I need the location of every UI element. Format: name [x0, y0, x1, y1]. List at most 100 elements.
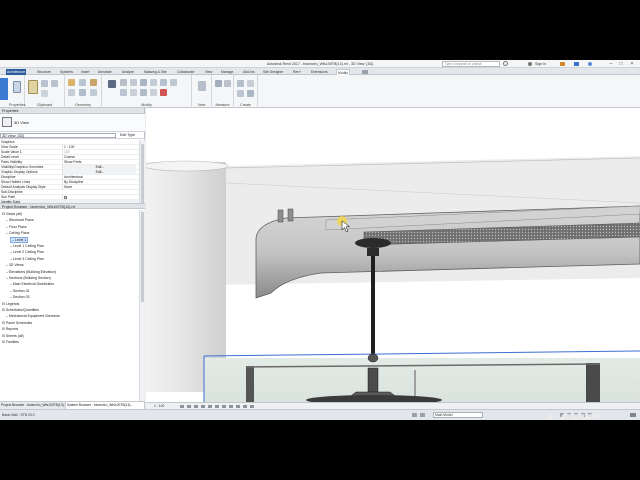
tree-item-label: Sheets (all)	[5, 333, 24, 338]
split-icon[interactable]	[140, 89, 147, 96]
fan-body[interactable]	[367, 367, 379, 393]
mirror-icon[interactable]	[150, 79, 157, 86]
instance-selector[interactable]: 3D View: {3D}	[0, 133, 116, 138]
paste-icon[interactable]	[28, 80, 38, 94]
panel-properties: Properties	[9, 75, 25, 108]
tree-item[interactable]: – Structural Plans	[6, 217, 34, 223]
reveal-hidden-icon[interactable]	[243, 405, 247, 408]
modify-tool-icon[interactable]	[0, 78, 8, 100]
cart-icon[interactable]	[560, 61, 565, 66]
sign-in-button[interactable]: Sign In	[535, 62, 546, 66]
tree-item[interactable]: ⊟ Panel Schedules	[2, 320, 32, 326]
model-canvas[interactable]	[146, 108, 640, 402]
copy-element-icon[interactable]	[120, 89, 127, 96]
scroll-thumb[interactable]	[141, 212, 144, 302]
render-icon[interactable]	[208, 405, 212, 408]
tree-item[interactable]: – 3D Views	[6, 262, 24, 268]
binoculars-icon[interactable]	[503, 61, 508, 66]
delete-icon[interactable]	[160, 89, 167, 96]
filter-icon[interactable]	[630, 413, 636, 417]
worksets-icon[interactable]	[412, 413, 417, 417]
cut-geometry-icon[interactable]	[79, 79, 86, 86]
tree-item[interactable]: – Main Electrical Distribution	[10, 281, 54, 287]
properties-icon[interactable]	[13, 81, 21, 93]
create-similar-icon[interactable]	[247, 90, 254, 97]
tab-project-browser[interactable]: Project Browser - bioenviro_Wfs100TB(13)…	[0, 402, 66, 409]
create-group-icon[interactable]	[237, 90, 244, 97]
trim-icon[interactable]	[130, 89, 137, 96]
lock-view-icon[interactable]	[229, 405, 233, 408]
panel-label-create: Create	[240, 103, 251, 107]
help-icon[interactable]	[588, 61, 592, 66]
fan-motor	[367, 353, 379, 363]
tree-item[interactable]: – Section 03	[10, 294, 29, 300]
tree-item[interactable]: ⊟ Sheets (all)	[2, 333, 24, 339]
crop-region-icon[interactable]	[222, 405, 226, 408]
tree-item[interactable]: – Elevations (Building Elevation)	[6, 269, 56, 275]
column[interactable]	[146, 162, 226, 392]
search-input[interactable]: Type a keyword or phrase	[442, 61, 500, 67]
cope-icon[interactable]	[68, 79, 75, 86]
copy-icon[interactable]	[51, 80, 58, 87]
paint-icon[interactable]	[90, 89, 97, 96]
tree-item[interactable]: – Floor Plans	[6, 224, 27, 230]
align-icon[interactable]	[120, 79, 127, 86]
ribbon-toggle-icon[interactable]	[362, 70, 368, 74]
join-icon[interactable]	[90, 79, 97, 86]
crop-view-icon[interactable]	[215, 405, 219, 408]
tree-item[interactable]: ⊟ Reports	[2, 326, 18, 332]
wall-joins-icon[interactable]	[68, 89, 75, 96]
tree-item[interactable]: – Sections (Building Section)	[6, 275, 51, 281]
split-face-icon[interactable]	[79, 89, 86, 96]
mullion	[246, 366, 254, 402]
analytical-model-icon[interactable]	[250, 405, 254, 408]
close-icon[interactable]: ×	[627, 60, 637, 68]
visual-style-icon[interactable]	[187, 405, 191, 408]
offset-icon[interactable]	[130, 79, 137, 86]
edit-type-button[interactable]: Edit Type	[120, 132, 135, 139]
shadows-icon[interactable]	[201, 405, 205, 408]
tree-item[interactable]: – Level 2 Ceiling Plan	[10, 249, 44, 255]
tree-item[interactable]: ⊟ Schedules/Quantities	[2, 307, 39, 313]
sun-path-icon[interactable]	[194, 405, 198, 408]
create-parts-icon[interactable]	[247, 80, 254, 87]
scale-icon[interactable]	[170, 79, 177, 86]
match-type-icon[interactable]	[41, 90, 48, 97]
active-model-select[interactable]: Main Model	[433, 412, 483, 418]
checkbox[interactable]	[64, 196, 67, 199]
move-icon[interactable]	[108, 80, 116, 88]
tree-item[interactable]: – Level 1 Ceiling Plan	[10, 243, 44, 249]
cut-icon[interactable]	[41, 80, 48, 87]
tree-item[interactable]: – Section 02	[10, 288, 29, 294]
beam-connector[interactable]	[277, 209, 284, 223]
rotate-icon[interactable]	[140, 79, 147, 86]
view-icon[interactable]	[198, 81, 206, 91]
tab-system-browser[interactable]: System Browser - bioenviro_Wfs100TB(13).…	[66, 402, 145, 409]
type-selector[interactable]: 3D View	[0, 114, 145, 132]
tree-item[interactable]: – Level 1	[10, 236, 29, 243]
detail-level-icon[interactable]	[180, 405, 184, 408]
array-icon[interactable]	[160, 79, 167, 86]
beam-connector[interactable]	[287, 208, 294, 222]
tree-item[interactable]: – Level 3 Ceiling Plan	[10, 256, 44, 262]
panel-measure: Measure	[212, 75, 234, 108]
tree-item[interactable]: ⊟ Views (all)	[2, 211, 22, 217]
exchange-icon[interactable]	[574, 61, 579, 66]
design-options-icon[interactable]	[420, 413, 425, 417]
temporary-hide-icon[interactable]	[236, 405, 240, 408]
3d-viewport[interactable]	[146, 108, 640, 402]
tree-item[interactable]: – Mechanical Equipment Schedule	[6, 313, 60, 319]
create-assembly-icon[interactable]	[237, 80, 244, 87]
browser-scrollbar[interactable]	[139, 210, 145, 405]
pin-icon[interactable]	[150, 89, 157, 96]
scroll-thumb[interactable]	[141, 144, 144, 204]
pendant-mount	[367, 248, 379, 256]
pendant-canopy[interactable]	[355, 238, 391, 248]
minimize-icon[interactable]: –	[606, 60, 616, 68]
maximize-icon[interactable]: □	[616, 60, 626, 68]
tree-item[interactable]: – Ceiling Plans	[6, 230, 29, 236]
measure-icon[interactable]	[215, 80, 222, 87]
tree-item[interactable]: ⊟ Families	[2, 339, 19, 345]
dimension-icon[interactable]	[224, 80, 231, 87]
tree-item[interactable]: ⊟ Legends	[2, 301, 19, 307]
